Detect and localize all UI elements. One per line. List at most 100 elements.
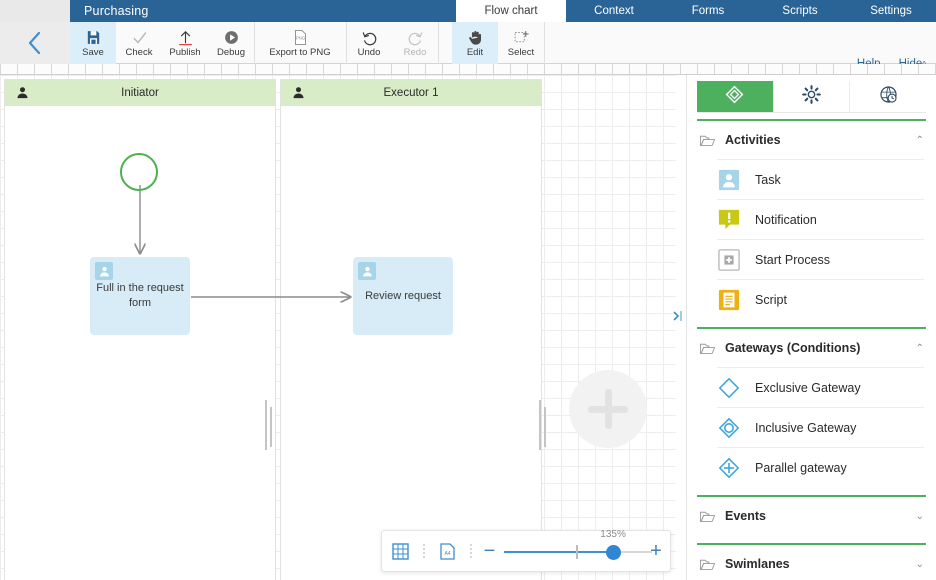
chevron-up-icon: ⌃ (915, 342, 924, 354)
folder-icon-glyph (699, 511, 716, 522)
folder-icon (699, 340, 716, 357)
lane-resize-handle[interactable] (544, 407, 546, 447)
person-icon-glyph (17, 87, 28, 99)
elements-palette-panel: Activities ⌃ Task Notification Start Process… (686, 75, 936, 580)
redo-button[interactable]: Redo (392, 22, 438, 64)
debug-button[interactable]: Debug (208, 22, 254, 64)
palette-item-label: Task (755, 172, 781, 187)
person-icon (15, 85, 30, 105)
tab-scripts[interactable]: Scripts (754, 0, 846, 22)
toolbar-button-label: Undo (357, 46, 381, 58)
palette-item-label: Notification (755, 212, 817, 227)
publish-arrow-up-icon (177, 29, 194, 46)
hand-edit-icon (467, 29, 484, 46)
lane-resize-handle[interactable] (265, 400, 267, 450)
palette-item-parallel-gateway[interactable]: Parallel gateway (717, 447, 924, 487)
toolbar-button-label: Redo (403, 46, 427, 58)
inclusive-gateway-icon-glyph (718, 417, 740, 438)
checkmark-icon-glyph (132, 31, 146, 44)
folder-icon-glyph (699, 559, 716, 570)
palette-item-exclusive-gateway[interactable]: Exclusive Gateway (717, 367, 924, 407)
project-title: Purchasing (84, 4, 149, 18)
section-header-activities[interactable]: Activities ⌃ (687, 121, 936, 159)
panel-collapse-handle-icon[interactable] (670, 308, 686, 324)
palette-item-label: Exclusive Gateway (755, 380, 861, 395)
zoom-out-button[interactable]: − (476, 541, 504, 561)
tab-settings[interactable]: Settings (846, 0, 936, 22)
person-icon (358, 262, 376, 280)
section-header-swimlanes[interactable]: Swimlanes ⌄ (687, 545, 936, 580)
a4-page-format-icon[interactable]: A4 (429, 542, 466, 561)
process-designer-app: Purchasing Flow chart Context Forms Scripts… (0, 0, 936, 580)
palette-item-inclusive-gateway[interactable]: Inclusive Gateway (717, 407, 924, 447)
export-png-file-icon-glyph: PNG (294, 29, 306, 45)
add-lane-button[interactable] (569, 370, 647, 448)
export-png-file-icon: PNG (292, 29, 309, 46)
redo-arrow-icon-glyph (408, 31, 422, 45)
hand-edit-icon-glyph (468, 30, 481, 45)
zoom-slider-fill (503, 551, 614, 553)
task-label: Review request (365, 289, 441, 302)
toolbar-button-label: Check (125, 46, 153, 58)
toolbar-button-label: Export to PNG (269, 46, 331, 58)
settings-tab[interactable] (774, 81, 851, 112)
tab-flow-chart[interactable]: Flow chart (456, 0, 566, 22)
check-button[interactable]: Check (116, 22, 162, 64)
save-button[interactable]: Save (70, 22, 116, 64)
zoom-slider-midpoint-tick (575, 545, 578, 559)
palette-item-start-process[interactable]: Start Process (717, 239, 924, 279)
elements-tab[interactable] (697, 81, 774, 112)
svg-text:PNG: PNG (295, 35, 304, 40)
palette-item-label: Start Process (755, 252, 831, 267)
section-header-gateways-conditions[interactable]: Gateways (Conditions) ⌃ (687, 329, 936, 367)
notification-icon (717, 208, 741, 232)
palette-tab-bar (697, 81, 926, 113)
toolbar-button-label: Publish (169, 46, 201, 58)
start-process-icon-glyph (718, 248, 740, 271)
palette-item-label: Script (755, 292, 787, 307)
select-button[interactable]: Select (498, 22, 544, 64)
section-header-events[interactable]: Events ⌄ (687, 497, 936, 535)
toolbar-button-label: Select (507, 46, 535, 58)
flowchart-canvas[interactable]: Initiator Executor 1 Full in the request … (0, 75, 676, 580)
save-floppy-icon (85, 29, 102, 46)
monitoring-tab[interactable] (850, 81, 926, 112)
swimlane-header[interactable]: Executor 1 (281, 80, 541, 106)
start-event[interactable] (120, 153, 158, 191)
edit-button[interactable]: Edit (452, 22, 498, 64)
debug-play-icon-glyph (224, 30, 238, 44)
task-person-icon-glyph (718, 169, 740, 190)
a4-page-glyph: A4 (440, 542, 455, 560)
zoom-slider[interactable]: 135% (503, 529, 652, 566)
undo-arrow-icon-glyph (362, 31, 376, 45)
folder-icon (699, 132, 716, 149)
section-title: Events (725, 509, 766, 523)
palette-item-task[interactable]: Task (717, 159, 924, 199)
palette-sections: Activities ⌃ Task Notification Start Process… (687, 121, 936, 580)
checkmark-icon (131, 29, 148, 46)
section-title: Swimlanes (725, 557, 790, 571)
panel-collapse-glyph (673, 311, 682, 321)
undo-button[interactable]: Undo (346, 22, 392, 64)
tab-context[interactable]: Context (566, 0, 662, 22)
palette-item-notification[interactable]: Notification (717, 199, 924, 239)
publish-button[interactable]: Publish (162, 22, 208, 64)
swimlane-header[interactable]: Initiator (5, 80, 275, 106)
lane-resize-handle[interactable] (270, 407, 272, 447)
exclusive-gateway-icon-glyph (718, 377, 740, 398)
grid-toggle-icon[interactable] (382, 542, 419, 560)
lane-resize-handle[interactable] (539, 400, 541, 450)
export-to-png-button[interactable]: PNG Export to PNG (254, 22, 346, 64)
back-chevron-icon[interactable] (0, 22, 70, 64)
task-node[interactable]: Full in the request form (90, 257, 190, 335)
task-node[interactable]: Review request (353, 257, 453, 335)
globe-clock-icon-glyph (880, 85, 897, 103)
zoombar-separator-1 (419, 544, 428, 558)
save-floppy-icon-glyph (87, 30, 99, 44)
canvas-ruler (0, 64, 936, 75)
palette-item-script[interactable]: Script (717, 279, 924, 319)
tab-forms[interactable]: Forms (662, 0, 754, 22)
toolbar-button-label: Edit (466, 46, 484, 58)
zoom-slider-knob[interactable] (606, 545, 622, 560)
gateway-diamond-icon (725, 85, 744, 109)
